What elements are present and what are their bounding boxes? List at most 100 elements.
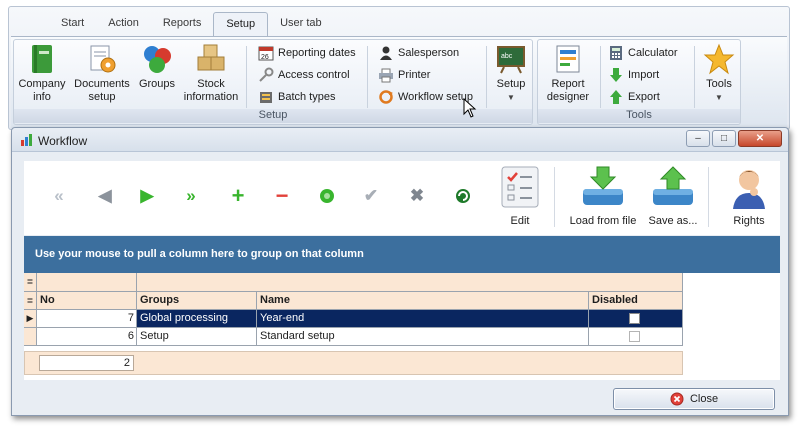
workflow-icon [378,89,394,105]
disabled-checkbox[interactable] [629,331,640,342]
groups-label: Groups [138,78,176,90]
access-control-label: Access control [278,69,350,81]
calculator-label: Calculator [628,47,678,59]
column-header-no[interactable]: No [37,292,137,310]
disabled-checkbox[interactable] [629,313,640,324]
documents-setup-button[interactable]: Documents setup [72,43,132,104]
delete-record-icon[interactable]: − [271,185,293,207]
tab-reports[interactable]: Reports [151,12,214,36]
calculator-button[interactable]: Calculator [608,44,678,62]
checklist-icon [498,165,542,209]
close-button[interactable]: Close [613,388,775,410]
groups-button[interactable]: Groups [136,43,178,91]
rights-label: Rights [733,215,765,227]
cancel-icon [670,392,684,406]
salesperson-button[interactable]: Salesperson [378,44,459,62]
tab-start[interactable]: Start [49,12,96,36]
separator [708,167,709,227]
window-title: Workflow [38,134,88,148]
maximize-button[interactable]: □ [712,130,736,147]
mouse-cursor-icon [463,97,477,118]
workflow-app-icon [20,133,34,147]
cell-disabled[interactable] [589,310,683,328]
window-titlebar[interactable]: Workflow – □ ✕ [12,128,788,152]
tab-setup[interactable]: Setup [213,12,269,36]
person-icon [378,45,394,61]
calendar-icon: 26 [258,45,274,61]
calculator-icon [608,45,624,61]
cell-no[interactable]: 6 [37,328,137,346]
separator [554,167,555,227]
tools-group-label: Tools [538,109,740,123]
previous-record-icon[interactable]: ◀ [94,185,116,207]
batch-types-label: Batch types [278,91,336,103]
export-button[interactable]: Export [608,88,660,106]
cell-group[interactable]: Global processing [137,310,257,328]
add-record-icon[interactable]: + [227,185,249,207]
report-designer-label: Report designer [546,78,590,103]
post-record-icon[interactable]: ✔ [360,185,382,207]
edit-label: Edit [510,215,530,227]
documents-gear-icon [86,43,118,75]
chevron-down-icon: ▼ [715,93,723,102]
refresh-icon[interactable] [452,185,474,207]
window-close-button[interactable]: ✕ [738,130,782,147]
reporting-dates-button[interactable]: 26 Reporting dates [258,44,356,62]
separator [367,46,368,108]
import-button[interactable]: Import [608,66,659,84]
load-drive-icon [581,165,625,209]
tab-user-tab[interactable]: User tab [268,12,334,36]
edit-record-icon[interactable] [316,185,338,207]
column-chooser-icon[interactable]: ≣ [24,292,37,310]
key-icon [258,67,274,83]
company-info-button[interactable]: Company info [16,43,68,104]
save-as-button[interactable]: Save as... [642,165,704,227]
workflow-setup-label: Workflow setup [398,91,473,103]
batch-types-button[interactable]: Batch types [258,88,335,106]
grid-footer: 2 [24,351,683,375]
next-record-icon[interactable]: ▶ [136,185,158,207]
band-header [137,273,683,292]
cell-no[interactable]: 7 [37,310,137,328]
setup-dropdown-label: Setup [496,78,526,90]
batch-icon [258,89,274,105]
column-header-name[interactable]: Name [257,292,589,310]
column-chooser-icon[interactable]: ≣ [24,273,37,292]
printer-button[interactable]: Printer [378,66,430,84]
row-indicator-icon[interactable]: ▶ [24,310,37,328]
rights-button[interactable]: Rights [722,165,776,227]
row-indicator[interactable] [24,328,37,346]
last-record-icon[interactable]: » [180,185,202,207]
setup-dropdown-button[interactable]: abc Setup ▼ [492,43,530,104]
workflow-setup-button[interactable]: Workflow setup [378,88,473,106]
tools-dropdown-label: Tools [706,78,732,90]
separator [486,46,487,108]
groups-icon [141,43,173,75]
cell-name[interactable]: Year-end [257,310,589,328]
group-by-panel[interactable]: Use your mouse to pull a column here to … [24,236,780,273]
cell-disabled[interactable] [589,328,683,346]
cell-name[interactable]: Standard setup [257,328,589,346]
toolbar: « ◀ ▶ » + − ✔ ✖ Edit Load from file Save… [24,161,780,235]
tools-group: Report designer Calculator Import Export… [537,39,741,125]
load-from-file-button[interactable]: Load from file [560,165,646,227]
minimize-button[interactable]: – [686,130,710,147]
column-header-groups[interactable]: Groups [137,292,257,310]
setup-group: Company info Documents setup Groups Stoc… [13,39,533,125]
star-icon [703,43,735,75]
boxes-icon [195,43,227,75]
report-designer-button[interactable]: Report designer [540,43,596,104]
first-record-icon[interactable]: « [48,185,70,207]
edit-button[interactable]: Edit [490,165,550,227]
stock-information-label: Stock information [183,78,239,103]
book-icon [26,43,58,75]
ribbon-body: Company info Documents setup Groups Stoc… [11,36,787,128]
tools-dropdown-button[interactable]: Tools ▼ [700,43,738,104]
cancel-record-icon[interactable]: ✖ [406,185,428,207]
access-control-button[interactable]: Access control [258,66,350,84]
column-header-disabled[interactable]: Disabled [589,292,683,310]
tab-action[interactable]: Action [96,12,151,36]
cell-group[interactable]: Setup [137,328,257,346]
stock-information-button[interactable]: Stock information [180,43,242,104]
close-label: Close [689,393,719,405]
